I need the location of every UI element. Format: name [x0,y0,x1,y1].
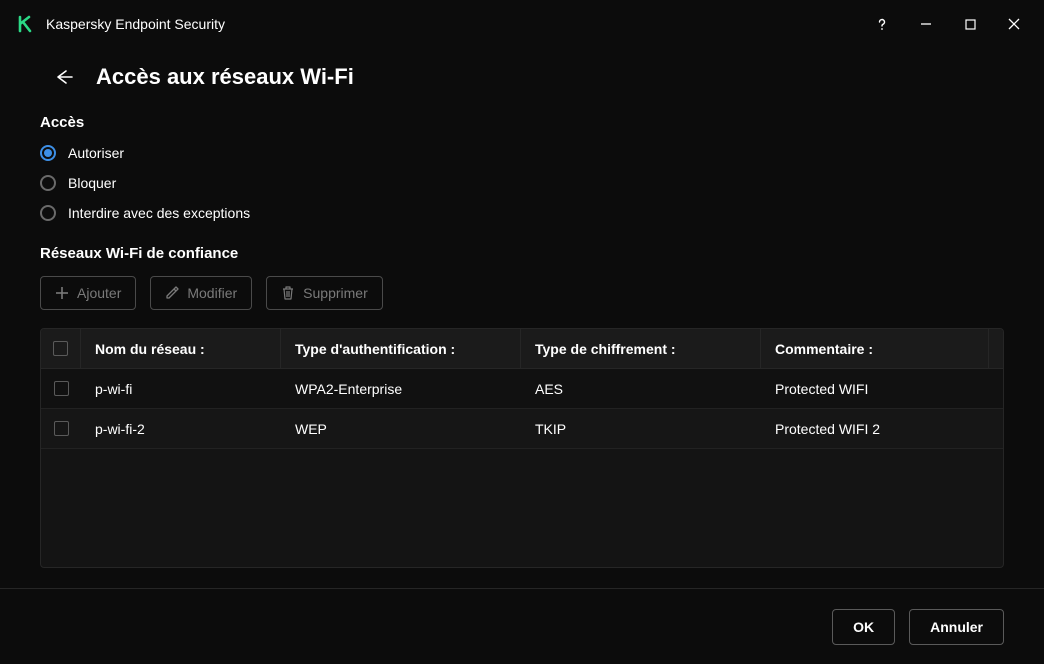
cell-name: p-wi-fi [81,381,281,397]
select-all-checkbox[interactable] [53,341,68,356]
table-header-row: Nom du réseau : Type d'authentification … [41,329,1003,369]
trash-icon [281,286,295,300]
access-radio-group: Autoriser Bloquer Interdire avec des exc… [40,145,1004,221]
table-body: p-wi-fi WPA2-Enterprise AES Protected WI… [41,369,1003,567]
cell-comment: Protected WIFI [761,381,989,397]
pencil-icon [165,286,179,300]
close-button[interactable] [1004,14,1024,34]
trusted-heading: Réseaux Wi-Fi de confiance [40,245,1004,262]
add-button[interactable]: Ajouter [40,276,136,310]
page-title: Accès aux réseaux Wi-Fi [96,64,354,90]
radio-allow[interactable]: Autoriser [40,145,1004,161]
radio-block[interactable]: Bloquer [40,175,1004,191]
header-name[interactable]: Nom du réseau : [81,329,281,368]
app-window: Kaspersky Endpoint Security Accès aux ré… [0,0,1044,664]
ok-button[interactable]: OK [832,609,895,645]
content-area: Accès aux réseaux Wi-Fi Accès Autoriser … [0,48,1044,588]
button-label: Modifier [187,285,237,301]
edit-button[interactable]: Modifier [150,276,252,310]
page-header: Accès aux réseaux Wi-Fi [40,64,1004,90]
cell-auth: WEP [281,421,521,437]
window-controls [872,14,1032,34]
cell-comment: Protected WIFI 2 [761,421,989,437]
minimize-button[interactable] [916,14,936,34]
cell-enc: TKIP [521,421,761,437]
radio-icon [40,205,56,221]
app-logo-icon [16,14,36,34]
header-scrollspacer [989,329,1003,368]
header-comment[interactable]: Commentaire : [761,329,989,368]
radio-label: Interdire avec des exceptions [68,205,250,221]
radio-deny-with-exceptions[interactable]: Interdire avec des exceptions [40,205,1004,221]
trusted-table: Nom du réseau : Type d'authentification … [40,328,1004,568]
header-enc[interactable]: Type de chiffrement : [521,329,761,368]
app-title: Kaspersky Endpoint Security [46,16,872,32]
cell-enc: AES [521,381,761,397]
access-heading: Accès [40,114,1004,131]
header-auth[interactable]: Type d'authentification : [281,329,521,368]
cell-name: p-wi-fi-2 [81,421,281,437]
titlebar: Kaspersky Endpoint Security [0,0,1044,48]
button-label: Supprimer [303,285,368,301]
row-checkbox[interactable] [54,421,69,436]
cell-auth: WPA2-Enterprise [281,381,521,397]
header-checkbox-cell [41,329,81,368]
row-checkbox[interactable] [54,381,69,396]
radio-icon [40,145,56,161]
delete-button[interactable]: Supprimer [266,276,383,310]
help-button[interactable] [872,14,892,34]
radio-label: Bloquer [68,175,116,191]
table-row[interactable]: p-wi-fi-2 WEP TKIP Protected WIFI 2 [41,409,1003,449]
maximize-button[interactable] [960,14,980,34]
plus-icon [55,286,69,300]
dialog-footer: OK Annuler [0,588,1044,664]
trusted-toolbar: Ajouter Modifier Supprimer [40,276,1004,310]
back-button[interactable] [52,65,76,89]
table-row[interactable]: p-wi-fi WPA2-Enterprise AES Protected WI… [41,369,1003,409]
button-label: Ajouter [77,285,121,301]
cancel-button[interactable]: Annuler [909,609,1004,645]
radio-icon [40,175,56,191]
radio-label: Autoriser [68,145,124,161]
